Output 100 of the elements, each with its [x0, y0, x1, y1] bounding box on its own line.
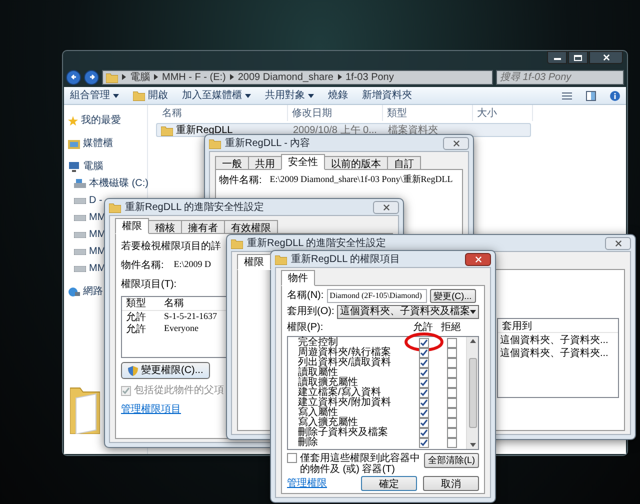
checkbox[interactable]: [419, 348, 429, 358]
column-header: 允許: [412, 320, 434, 335]
permission-name: 完全控制: [297, 338, 338, 348]
object-name: E:\2009 Diamond_share\1f-03 Pony\重新RegDLL: [270, 173, 453, 186]
checkbox[interactable]: [447, 438, 457, 448]
field-label: 套用到(O):: [287, 305, 334, 319]
checkbox[interactable]: [447, 348, 457, 358]
checkbox[interactable]: [419, 388, 429, 398]
dialog-button[interactable]: 確定: [361, 476, 417, 491]
arrow-icon: [70, 73, 78, 81]
instruction-text: 若要檢視權限項目的詳: [121, 240, 221, 254]
toolbar-button[interactable]: 組合管理: [70, 88, 119, 103]
sidebar-item[interactable]: 電腦: [83, 159, 103, 174]
permission-name: 刪除子資料夾及檔案: [297, 428, 389, 438]
checkbox[interactable]: [419, 378, 429, 388]
column-header[interactable]: 類型: [122, 296, 160, 311]
breadcrumb-item[interactable]: 電腦: [130, 70, 150, 84]
column-header[interactable]: 修改日期: [288, 105, 383, 121]
caret-icon: [245, 94, 251, 98]
search-field[interactable]: 搜尋 1f-03 Pony: [496, 70, 624, 84]
sidebar-item[interactable]: 本機磁碟 (C:): [89, 176, 148, 191]
scrollbar[interactable]: [466, 337, 478, 449]
file-date: 2009/10/8 上午 0...: [292, 124, 378, 138]
back-button[interactable]: [66, 70, 81, 84]
column-header[interactable]: 套用到: [498, 319, 618, 333]
checkbox[interactable]: [419, 368, 429, 378]
breadcrumb-item[interactable]: MMH - F - (E:): [162, 70, 226, 84]
tab[interactable]: 權限: [115, 218, 149, 234]
arrow-icon: [88, 73, 96, 81]
tab[interactable]: 自訂: [387, 156, 421, 170]
caret-icon: [308, 94, 314, 98]
help-icon[interactable]: [610, 90, 620, 100]
toolbar-button[interactable]: 開啟: [133, 88, 168, 103]
sidebar-item[interactable]: 我的最愛: [81, 113, 121, 128]
tab[interactable]: 一般: [215, 156, 249, 170]
toolbar-button[interactable]: 新增資料夾: [362, 88, 412, 103]
tab[interactable]: 有效權限: [224, 220, 278, 234]
permission-name: 周遊資料夾/執行檔案: [297, 348, 392, 358]
drive-icon: [74, 198, 86, 204]
dialog-button[interactable]: 取消: [423, 476, 479, 491]
checkbox[interactable]: [419, 358, 429, 368]
table-cell-text: 允許: [125, 322, 147, 336]
caret-icon: [113, 94, 119, 98]
checkbox[interactable]: [447, 418, 457, 428]
change-permissions-button[interactable]: 變更權限(C)...: [121, 362, 210, 379]
tab[interactable]: 擁有者: [181, 220, 225, 234]
toolbar-button[interactable]: 共用對象: [265, 88, 314, 103]
checkbox[interactable]: [447, 378, 457, 388]
checkbox[interactable]: [287, 453, 297, 463]
close-button[interactable]: [589, 51, 623, 64]
toolbar-button[interactable]: 燒錄: [328, 88, 348, 103]
maximize-button[interactable]: [568, 51, 588, 64]
checkbox[interactable]: [447, 398, 457, 408]
checkbox[interactable]: [419, 408, 429, 418]
checkbox[interactable]: [419, 338, 429, 348]
checkbox[interactable]: [447, 428, 457, 438]
scroll-down-icon[interactable]: [470, 443, 476, 447]
minimize-button[interactable]: [547, 51, 567, 64]
manage-link[interactable]: 管理權限項目: [121, 402, 181, 417]
checkbox[interactable]: [447, 408, 457, 418]
tab[interactable]: 以前的版本: [324, 156, 388, 170]
manage-link[interactable]: 管理權限: [287, 476, 327, 491]
toolbar-button[interactable]: 加入至媒體櫃: [182, 88, 251, 103]
permission-name: 建立資料夾/附加資料: [297, 398, 392, 408]
dialog-title: 重新RegDLL - 內容: [225, 136, 310, 150]
column-header[interactable]: 名稱: [158, 105, 288, 121]
tab[interactable]: 權限: [237, 254, 271, 270]
sidebar-item[interactable]: 媒體櫃: [83, 136, 113, 151]
checkbox[interactable]: [447, 388, 457, 398]
tab[interactable]: 物件: [281, 270, 315, 286]
checkbox[interactable]: [447, 368, 457, 378]
drive-icon: [74, 266, 86, 272]
checkbox[interactable]: [447, 338, 457, 348]
checkbox[interactable]: [419, 398, 429, 408]
forward-button[interactable]: [84, 70, 99, 84]
column-header[interactable]: 名稱: [160, 296, 198, 311]
checkbox[interactable]: [419, 438, 429, 448]
checkbox[interactable]: [447, 358, 457, 368]
breadcrumb-item[interactable]: 2009 Diamond_share: [238, 70, 334, 84]
tab[interactable]: 共用: [248, 156, 282, 170]
apply-to-dropdown[interactable]: 這個資料夾、子資料夾及檔案: [337, 304, 480, 318]
tab[interactable]: 安全性: [281, 154, 325, 170]
scroll-up-icon[interactable]: [470, 339, 476, 343]
view-icon[interactable]: [562, 92, 572, 100]
close-button[interactable]: [465, 252, 491, 266]
checkbox[interactable]: [419, 428, 429, 438]
column-header[interactable]: 大小: [473, 105, 533, 121]
clear-all-button[interactable]: 全部清除(L): [424, 453, 479, 468]
checkbox-label: 僅套用這些權限到此容器中的物件及 (或) 容器(T): [300, 453, 421, 475]
change-button[interactable]: 變更(C)...: [430, 288, 476, 302]
address-bar[interactable]: 電腦 MMH - F - (E:) 2009 Diamond_share 1f-03 Pony: [102, 70, 493, 84]
sidebar-item[interactable]: 網路: [83, 284, 103, 299]
column-header[interactable]: 類型: [383, 105, 473, 121]
checkbox[interactable]: [419, 418, 429, 428]
breadcrumb-item[interactable]: 1f-03 Pony: [346, 70, 394, 84]
library-icon: [68, 138, 80, 148]
sidebar-item[interactable]: D -: [89, 193, 102, 208]
preview-pane-icon[interactable]: [586, 90, 596, 100]
name-field[interactable]: Diamond (2F-105\Diamond): [326, 288, 427, 302]
close-icon: [474, 256, 482, 262]
